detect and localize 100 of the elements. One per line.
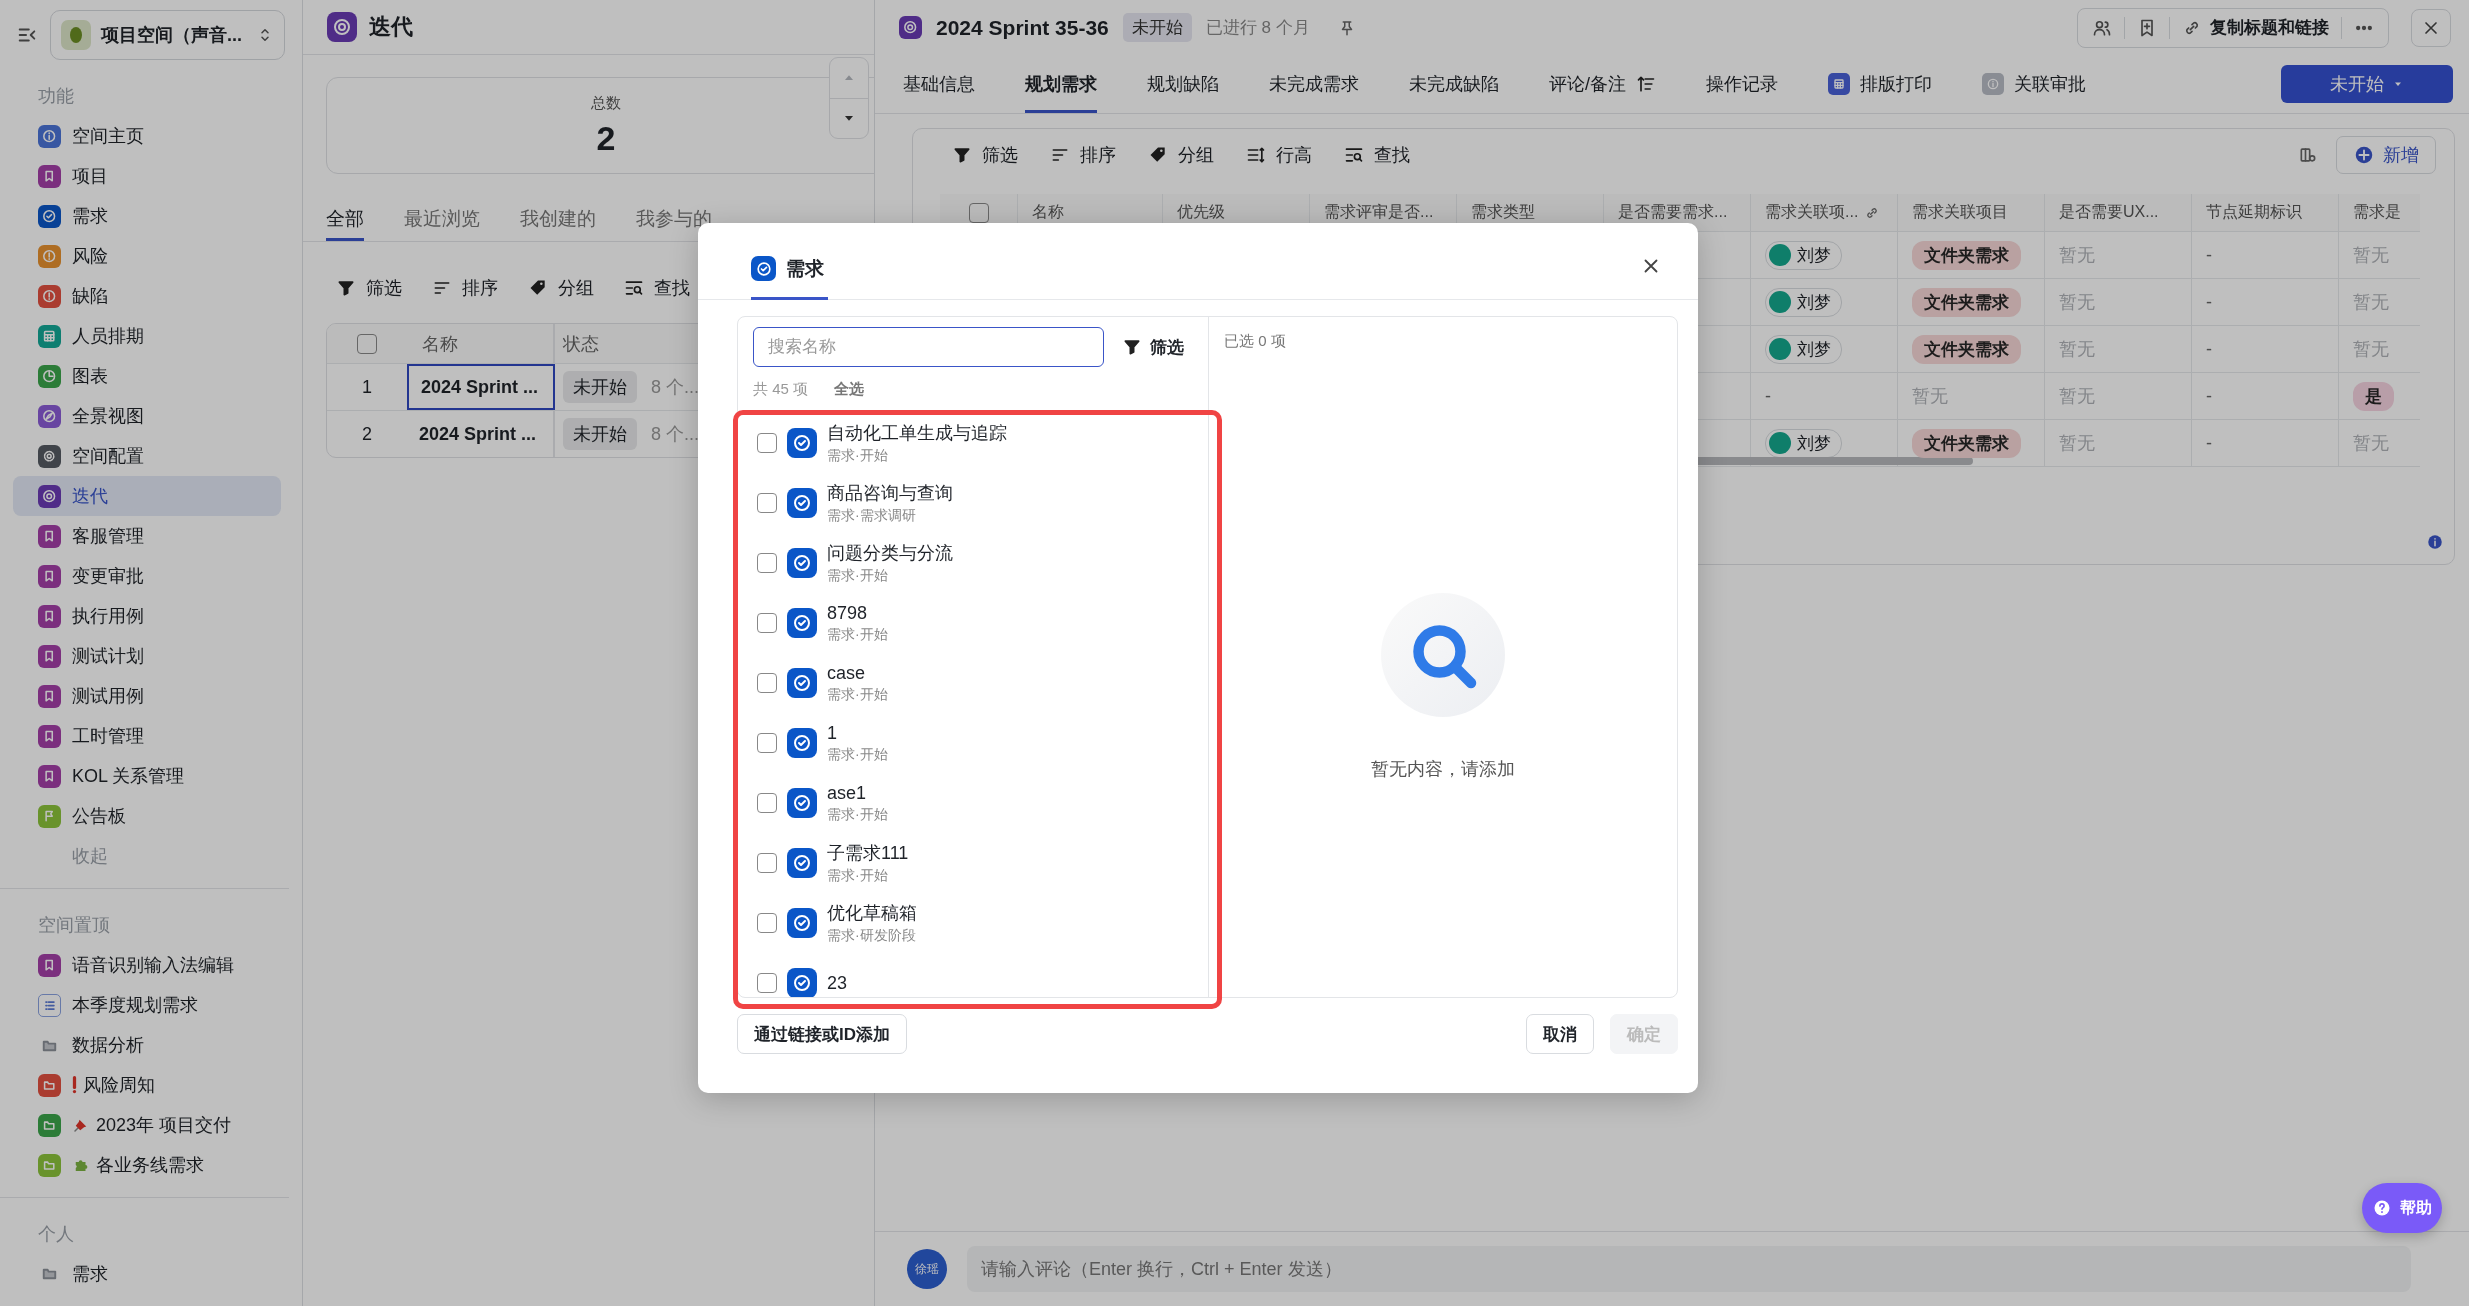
checkbox[interactable] (757, 673, 777, 693)
tab[interactable]: 全部 (326, 192, 364, 241)
tab[interactable]: 基础信息 (903, 55, 975, 113)
sidebar-item[interactable]: 变更审批 (13, 556, 281, 597)
status-button[interactable]: 未开始 (2281, 65, 2453, 103)
add-by-link-button[interactable]: 通过链接或ID添加 (737, 1014, 907, 1054)
checkbox[interactable] (968, 202, 989, 223)
copy-link-button[interactable]: 复制标题和链接 (2182, 16, 2329, 39)
sidebar-item[interactable]: 工时管理 (13, 716, 281, 757)
toolbar-button[interactable]: 排序 (432, 276, 498, 300)
sidebar-item[interactable]: 各业务线需求 (13, 1145, 281, 1186)
table-cell-text: 暂无 (2353, 244, 2389, 267)
tab[interactable]: 需求 (751, 240, 828, 300)
sidebar-item[interactable]: 空间配置 (13, 436, 281, 477)
list-item[interactable]: 8798 需求·开始 (738, 593, 1208, 653)
checkbox[interactable] (757, 733, 777, 753)
table-cell[interactable]: 2024 Sprint ... (407, 364, 555, 410)
table-cell-text: 暂无 (2353, 432, 2389, 455)
sidebar-item[interactable]: 图表 (13, 356, 281, 397)
filter-button[interactable]: 筛选 (1122, 335, 1184, 359)
person-chip[interactable]: 刘梦 (1765, 287, 1842, 317)
tab[interactable]: 排版打印 (1828, 55, 1932, 113)
avatar-icon (1769, 338, 1791, 360)
toolbar-button[interactable]: 行高 (1246, 143, 1312, 167)
close-button[interactable] (2411, 8, 2451, 47)
sidebar-item[interactable]: 客服管理 (13, 516, 281, 557)
column-settings-icon[interactable] (2298, 145, 2318, 165)
list-item[interactable]: 问题分类与分流 需求·开始 (738, 533, 1208, 593)
checkbox[interactable] (757, 433, 777, 453)
list-item[interactable]: case 需求·开始 (738, 653, 1208, 713)
tab[interactable]: 关联审批 (1982, 55, 2086, 113)
toolbar-button[interactable]: 分组 (1148, 143, 1214, 167)
toolbar-button[interactable]: 分组 (528, 276, 594, 300)
column-header: 需求关联项... (1751, 194, 1898, 231)
checkbox[interactable] (757, 613, 777, 633)
checkbox[interactable] (757, 913, 777, 933)
person-chip[interactable]: 刘梦 (1765, 334, 1842, 364)
sidebar-item[interactable]: 测试计划 (13, 636, 281, 677)
list-item[interactable]: 商品咨询与查询 需求·需求调研 (738, 473, 1208, 533)
item-title: 1 (827, 722, 838, 744)
toolbar-button[interactable]: 查找 (1344, 143, 1410, 167)
tab[interactable]: 未完成需求 (1269, 55, 1359, 113)
checkbox[interactable] (757, 973, 777, 993)
select-all-link[interactable]: 全选 (834, 380, 865, 399)
sidebar-item[interactable]: 2023年 项目交付 (13, 1105, 281, 1146)
help-button[interactable]: 帮助 (2362, 1183, 2442, 1233)
list-item[interactable]: 23 (738, 953, 1208, 997)
column-header: 名称 (407, 324, 555, 363)
checkbox[interactable] (757, 793, 777, 813)
add-button[interactable]: 新增 (2336, 136, 2436, 174)
checkbox[interactable] (757, 853, 777, 873)
tab[interactable]: 规划缺陷 (1147, 55, 1219, 113)
sidebar-item[interactable]: 空间主页 (13, 116, 281, 157)
table-cell-text: 暂无 (2059, 244, 2095, 267)
toolbar-button[interactable]: 查找 (624, 276, 690, 300)
sidebar-item[interactable]: 风险 (13, 236, 281, 277)
sidebar-item[interactable]: 公告板 (13, 796, 281, 837)
sidebar-item[interactable]: 需求 (13, 1254, 281, 1294)
checkbox[interactable] (757, 493, 777, 513)
toolbar-button[interactable]: 筛选 (336, 276, 402, 300)
info-icon[interactable] (2426, 533, 2444, 551)
list-item[interactable]: ase1 需求·开始 (738, 773, 1208, 833)
list-item[interactable]: 自动化工单生成与追踪 需求·开始 (738, 413, 1208, 473)
sidebar-item[interactable]: 缺陷 (13, 276, 281, 317)
tab[interactable]: 我创建的 (520, 192, 596, 241)
sidebar-item[interactable]: 执行用例 (13, 596, 281, 637)
checkbox[interactable] (357, 333, 377, 354)
search-field[interactable]: 搜索名称 (753, 327, 1104, 367)
sidebar-item[interactable]: KOL 关系管理 (13, 756, 281, 797)
checkbox[interactable] (757, 553, 777, 573)
filter-icon (952, 145, 972, 165)
tab[interactable]: 评论/备注 (1549, 55, 1656, 113)
person-chip[interactable]: 刘梦 (1765, 240, 1842, 270)
table-cell[interactable]: 2024 Sprint ... (407, 411, 555, 457)
sidebar-item[interactable]: 风险周知 (13, 1065, 281, 1106)
sidebar-item[interactable]: 数据分析 (13, 1025, 281, 1066)
sidebar-item[interactable]: 人员排期 (13, 316, 281, 357)
tab[interactable]: 最近浏览 (404, 192, 480, 241)
sidebar-item[interactable]: 项目 (13, 156, 281, 197)
sidebar-item[interactable]: 本季度规划需求 (13, 985, 281, 1026)
list-item[interactable]: 子需求111 需求·开始 (738, 833, 1208, 893)
tab[interactable]: 未完成缺陷 (1409, 55, 1499, 113)
table-cell-text: 暂无 (2353, 291, 2389, 314)
sidebar-item[interactable]: 需求 (13, 196, 281, 237)
tab[interactable]: 操作记录 (1706, 55, 1778, 113)
toolbar-button[interactable]: 筛选 (952, 143, 1018, 167)
sidebar-item[interactable]: 全景视图 (13, 396, 281, 437)
tab[interactable]: 规划需求 (1025, 55, 1097, 113)
workspace-selector[interactable]: 项目空间（声音... (50, 10, 285, 61)
list-item[interactable]: 优化草稿箱 需求·研发阶段 (738, 893, 1208, 953)
sidebar-item[interactable]: 测试用例 (13, 676, 281, 717)
item-title: 问题分类与分流 (827, 542, 953, 565)
table-cell-text: 暂无 (2059, 385, 2095, 408)
toolbar-button[interactable]: 排序 (1050, 143, 1116, 167)
list-item[interactable]: 1 需求·开始 (738, 713, 1208, 773)
comment-field[interactable]: 请输入评论（Enter 换行，Ctrl + Enter 发送） (967, 1246, 2411, 1292)
sidebar-item[interactable]: 语音识别输入法编辑 (13, 945, 281, 986)
sidebar-item[interactable]: 迭代 (13, 476, 281, 517)
cancel-button[interactable]: 取消 (1526, 1014, 1594, 1054)
status-badge: 未开始 (1122, 13, 1192, 42)
